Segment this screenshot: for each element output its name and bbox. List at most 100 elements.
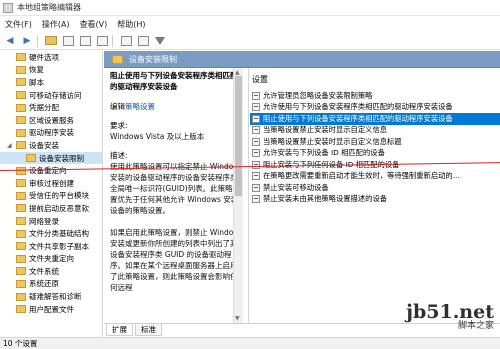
tree-item[interactable]: 硬件选项 bbox=[0, 51, 102, 64]
tree-item[interactable]: 审核过程创建 bbox=[0, 177, 102, 190]
scroll-down-icon[interactable]: ▼ bbox=[235, 315, 240, 322]
setting-label: 在策略更改需要重新启动才能生效时，等待强制重新启动的... bbox=[263, 171, 460, 181]
folder-icon bbox=[16, 267, 26, 276]
policy-setting-icon bbox=[252, 137, 260, 146]
menu-view[interactable]: 查看(V) bbox=[75, 19, 113, 30]
tree-item-label: 审核过程创建 bbox=[29, 178, 74, 188]
tree-item[interactable]: 文件夹重定向 bbox=[0, 253, 102, 266]
status-bar: 10 个设置 bbox=[0, 337, 500, 349]
filter-icon[interactable] bbox=[153, 34, 167, 48]
folder-icon bbox=[16, 128, 26, 137]
tree-item-label: 凭据分配 bbox=[29, 103, 59, 113]
refresh-list-icon[interactable] bbox=[78, 34, 92, 48]
folder-icon bbox=[16, 305, 26, 314]
policy-setting-icon bbox=[252, 183, 260, 192]
tree-item[interactable]: 脚本 bbox=[0, 76, 102, 89]
menu-action[interactable]: 操作(A) bbox=[37, 19, 75, 30]
window-title: 本地组策略编辑器 bbox=[17, 3, 81, 12]
folder-icon bbox=[16, 78, 26, 87]
settings-column-header[interactable]: 设置 bbox=[250, 68, 500, 90]
setting-row[interactable]: 当策略设置禁止安装时显示自定义信息标题 bbox=[250, 136, 500, 148]
setting-row[interactable]: 允许安装与下列设备 ID 相匹配的设备 bbox=[250, 148, 500, 160]
tree-item-label: 可移动存储访问 bbox=[29, 90, 82, 100]
tree-item-label: 系统还原 bbox=[29, 279, 59, 289]
setting-row[interactable]: 当策略设置禁止安装时显示自定义信息 bbox=[250, 125, 500, 137]
folder-icon bbox=[16, 292, 26, 301]
setting-row[interactable]: 在策略更改需要重新启动才能生效时，等待强制重新启动的... bbox=[250, 171, 500, 183]
menu-bar: 文件(F) 操作(A) 查看(V) 帮助(H) bbox=[0, 16, 500, 32]
setting-row[interactable]: 允许使用与下列设备安装程序类相匹配的驱动程序安装设备 bbox=[250, 102, 500, 114]
menu-help[interactable]: 帮助(H) bbox=[112, 19, 150, 30]
back-arrow-icon[interactable]: ◀ bbox=[3, 34, 17, 48]
policy-setting-icon bbox=[252, 114, 260, 123]
tree-item[interactable]: 疑难解答和诊断 bbox=[0, 290, 102, 303]
app-icon bbox=[3, 2, 13, 13]
setting-row[interactable]: 禁止安装未由其他策略设置描述的设备 bbox=[250, 194, 500, 206]
tree-item-label: 设备重定向 bbox=[29, 166, 67, 176]
setting-label: 阻止使用与下列设备安装程序类相匹配的驱动程序安装设备 bbox=[263, 113, 453, 123]
policy-title: 阻止使用与下列设备安装程序类相匹配的驱动程序安装设备 bbox=[110, 71, 238, 91]
tree-item[interactable]: 可移动存储访问 bbox=[0, 89, 102, 102]
tree-item-label: 硬件选项 bbox=[29, 52, 59, 62]
tree-item[interactable]: 受信任的平台模块 bbox=[0, 190, 102, 203]
tree-item[interactable]: 用户配置文件 bbox=[0, 303, 102, 316]
tree-item-selected[interactable]: 设备安装限制 bbox=[0, 151, 102, 165]
tree-item-label: 文件共享影子副本 bbox=[29, 241, 89, 251]
tree-item-label: 恢复 bbox=[29, 65, 44, 75]
tab-extended[interactable]: 扩展 bbox=[106, 324, 133, 336]
setting-label: 当策略设置禁止安装时显示自定义信息标题 bbox=[263, 136, 402, 146]
tree-item-label: 设备安装限制 bbox=[39, 153, 84, 163]
show-hide-tree-icon[interactable] bbox=[61, 34, 75, 48]
expand-arrow-icon[interactable]: ◢ bbox=[7, 142, 15, 149]
tree-item[interactable]: 凭据分配 bbox=[0, 101, 102, 114]
scroll-up-icon[interactable]: ▲ bbox=[235, 69, 240, 76]
tree-item-label: 文件系统 bbox=[29, 266, 59, 276]
edit-policy-link[interactable]: 策略设置 bbox=[125, 102, 155, 111]
folder-icon bbox=[16, 65, 26, 74]
setting-row[interactable]: 禁止安装可移动设备 bbox=[250, 182, 500, 194]
menu-file[interactable]: 文件(F) bbox=[0, 19, 37, 30]
watermark-domain: jb51.net bbox=[406, 301, 494, 323]
tree-item-label: 用户配置文件 bbox=[29, 304, 74, 314]
requirements-value: Windows Vista 及以上版本 bbox=[110, 132, 205, 141]
tree-item[interactable]: 文件系统 bbox=[0, 265, 102, 278]
setting-label: 允许使用与下列设备安装程序类相匹配的驱动程序安装设备 bbox=[263, 102, 453, 112]
settings-list: 设置 允许管理员忽略设备安装限制策略 允许使用与下列设备安装程序类相匹配的驱动程… bbox=[250, 68, 500, 323]
folder-open-icon bbox=[16, 141, 26, 150]
tree-item[interactable]: 系统还原 bbox=[0, 278, 102, 291]
tree-item[interactable]: 文件共享影子副本 bbox=[0, 240, 102, 253]
policy-setting-icon bbox=[252, 103, 260, 112]
tree-item[interactable]: 网络登录 bbox=[0, 215, 102, 228]
tree-item-label: 受信任的平台模块 bbox=[29, 191, 89, 201]
tree-item-label: 文件分类基础结构 bbox=[29, 229, 89, 239]
toolbar-divider bbox=[112, 34, 113, 47]
policy-setting-icon bbox=[252, 195, 260, 204]
tree-item[interactable]: 驱动程序安装 bbox=[0, 127, 102, 140]
folder-icon bbox=[16, 91, 26, 100]
tree-item[interactable]: 区域设置服务 bbox=[0, 114, 102, 127]
export-list-icon[interactable] bbox=[95, 34, 109, 48]
toolbar-divider bbox=[37, 34, 38, 47]
tree-item[interactable]: ◢ 设备安装 bbox=[0, 139, 102, 152]
edit-prefix: 编辑 bbox=[110, 102, 125, 111]
setting-row-selected[interactable]: 阻止使用与下列设备安装程序类相匹配的驱动程序安装设备 bbox=[250, 113, 500, 125]
toolbar: ◀ ▶ bbox=[0, 32, 500, 50]
setting-row[interactable]: 允许管理员忽略设备安装限制策略 bbox=[250, 90, 500, 102]
tree-item[interactable]: 提前启动反恶意软 bbox=[0, 202, 102, 215]
tree-item[interactable]: 恢复 bbox=[0, 64, 102, 77]
title-bar: 本地组策略编辑器 bbox=[0, 0, 500, 16]
folder-icon bbox=[16, 116, 26, 125]
description-scrollbar[interactable]: ▲ ▼ bbox=[233, 68, 243, 323]
folder-icon bbox=[16, 279, 26, 288]
policy-setting-icon bbox=[252, 91, 260, 100]
forward-arrow-icon[interactable]: ▶ bbox=[20, 34, 34, 48]
properties-icon[interactable] bbox=[136, 34, 150, 48]
folder-icon bbox=[16, 103, 26, 112]
description-pane: 阻止使用与下列设备安装程序类相匹配的驱动程序安装设备 编辑策略设置 要求: Wi… bbox=[104, 68, 249, 323]
scrollbar-thumb[interactable] bbox=[235, 76, 242, 196]
help-icon[interactable] bbox=[119, 34, 133, 48]
tree-item[interactable]: 文件分类基础结构 bbox=[0, 227, 102, 240]
folder-icon bbox=[16, 254, 26, 263]
tab-standard[interactable]: 标准 bbox=[135, 324, 162, 336]
up-folder-icon[interactable] bbox=[44, 34, 58, 48]
